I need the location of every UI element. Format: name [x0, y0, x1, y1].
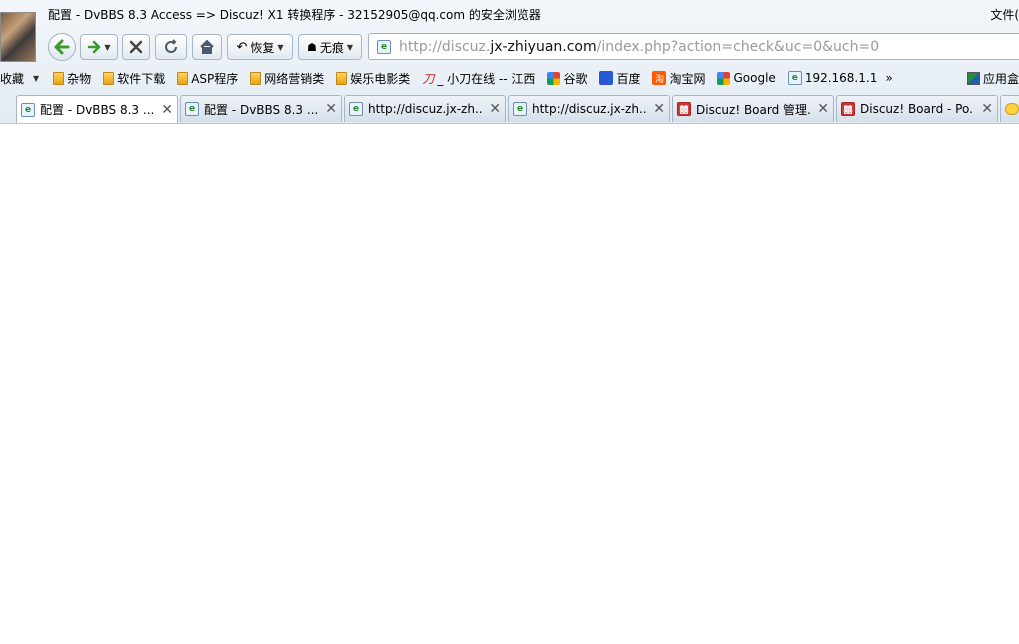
bookmark-label: 娱乐电影类: [350, 71, 411, 86]
bookmark-item[interactable]: 刀 _ 小刀在线 -- 江西: [422, 70, 535, 87]
tab-partial[interactable]: [1000, 95, 1019, 122]
xiaodao-icon: 刀: [422, 71, 435, 86]
tab-label: http://discuz.jx-zh...: [532, 102, 647, 116]
folder-icon: [336, 71, 348, 85]
page-icon: e: [185, 102, 199, 116]
window-title: 配置 - DvBBS 8.3 Access => Discuz! X1 转换程序…: [48, 8, 541, 22]
favorites-menu[interactable]: 收藏 ▼: [0, 70, 39, 87]
back-button[interactable]: [48, 33, 76, 61]
incognito-button[interactable]: ☗ 无痕 ▼: [298, 34, 362, 60]
tab-strip: e 配置 - DvBBS 8.3 ... ✕ e 配置 - DvBBS 8.3 ... ✕…: [0, 95, 1019, 123]
browser-chrome: 配置 - DvBBS 8.3 Access => Discuz! X1 转换程序…: [0, 0, 1019, 124]
tab-close-icon[interactable]: ✕: [981, 101, 993, 117]
tab-close-icon[interactable]: ✕: [817, 101, 829, 117]
close-icon: [129, 40, 143, 54]
tab[interactable]: e http://discuz.jx-zh... ✕: [344, 95, 506, 122]
home-button[interactable]: [192, 34, 222, 60]
restore-button[interactable]: ↶ 恢复 ▼: [227, 34, 293, 60]
tab[interactable]: e 配置 - DvBBS 8.3 ... ✕: [16, 95, 178, 123]
tab-label: Discuz! Board 管理...: [696, 102, 811, 117]
bookmark-label: 淘宝网: [669, 71, 706, 86]
bookmark-label: 谷歌: [563, 71, 588, 86]
page-content: [0, 124, 1019, 644]
apps-box-button[interactable]: 应用盒: [966, 70, 1019, 87]
tab[interactable]: e http://discuz.jx-zh... ✕: [508, 95, 670, 122]
tab-close-icon[interactable]: ✕: [161, 102, 173, 118]
bookmark-item[interactable]: 淘淘宝网: [652, 70, 705, 87]
bookmark-label: 192.168.1.1: [804, 71, 878, 85]
chevron-down-icon: ▼: [346, 42, 354, 52]
chevron-down-icon: ▼: [33, 73, 40, 83]
bookmark-label: _ 小刀在线 -- 江西: [437, 71, 536, 86]
apps-box-icon: [966, 71, 980, 85]
bookmark-item[interactable]: 软件下载: [103, 70, 165, 87]
discuz-icon: 囍: [841, 102, 855, 116]
tab-close-icon[interactable]: ✕: [653, 101, 665, 117]
bookmark-item[interactable]: 娱乐电影类: [336, 70, 410, 87]
url-path: /index.php?action=check&uc=0&uch=0: [596, 38, 880, 55]
tab-close-icon[interactable]: ✕: [325, 101, 337, 117]
home-icon: [200, 39, 214, 54]
bookmark-item[interactable]: 🐾 百度: [599, 70, 640, 87]
google-icon: [717, 71, 731, 85]
tab-label: 配置 - DvBBS 8.3 ...: [40, 103, 155, 117]
google-icon: [547, 71, 561, 85]
bookmarks-bar: 收藏 ▼ 杂物 软件下载 ASP程序 网络营销类 娱乐电影类刀 _ 小刀在线 -- 江西 谷…: [0, 68, 1019, 88]
refresh-button[interactable]: [155, 34, 187, 60]
page-icon: e: [513, 102, 527, 116]
avatar[interactable]: [0, 12, 36, 62]
chevron-down-icon: ▼: [104, 42, 111, 52]
tab-label: Discuz! Board - Po...: [860, 102, 975, 116]
bookmark-item[interactable]: 网络营销类: [250, 70, 324, 87]
apps-box-label: 应用盒: [982, 71, 1019, 86]
forward-button[interactable]: ▼: [80, 34, 118, 60]
folder-icon: [250, 71, 262, 85]
file-menu[interactable]: 文件(: [990, 6, 1019, 23]
bookmark-label: Google: [733, 71, 776, 85]
page-icon: e: [787, 71, 802, 85]
page-icon: e: [21, 102, 35, 117]
incognito-label: 无痕: [319, 40, 344, 55]
bookmark-item[interactable]: 谷歌: [547, 70, 587, 87]
page-icon: e: [377, 39, 391, 54]
chevron-down-icon: ▼: [277, 42, 284, 52]
stop-button[interactable]: [122, 34, 150, 60]
bookmark-label: 网络营销类: [264, 71, 325, 86]
address-bar[interactable]: e http://discuz. jx-zhiyuan.com/index.php…: [368, 33, 1019, 60]
bookmark-item[interactable]: e 192.168.1.1: [787, 71, 878, 85]
folder-icon: [1005, 103, 1019, 115]
bookmark-label: 百度: [616, 71, 641, 86]
favorites-label: 收藏: [0, 71, 25, 86]
bookmark-label: 软件下载: [117, 71, 166, 86]
bookmark-item[interactable]: Google: [717, 71, 776, 85]
folder-icon: [103, 71, 115, 85]
restore-label: 恢复: [250, 40, 275, 55]
back-arrow-icon: [54, 39, 70, 55]
taobao-icon: 淘: [652, 71, 667, 85]
baidu-icon: 🐾: [599, 71, 614, 85]
tab-label: 配置 - DvBBS 8.3 ...: [204, 102, 319, 117]
folder-icon: [53, 71, 65, 85]
more-bookmarks-icon[interactable]: »: [885, 71, 892, 85]
tab-close-icon[interactable]: ✕: [489, 101, 501, 117]
url-prefix: http://discuz.: [399, 38, 491, 55]
tab[interactable]: 囍 Discuz! Board 管理... ✕: [672, 95, 834, 122]
page-icon: e: [349, 102, 363, 116]
url-host: jx-zhiyuan.com: [490, 38, 597, 55]
bookmark-label: 杂物: [67, 71, 92, 86]
undo-icon: ↶: [236, 39, 248, 55]
tab[interactable]: 囍 Discuz! Board - Po... ✕: [836, 95, 998, 122]
bookmark-item[interactable]: ASP程序: [177, 70, 238, 87]
discuz-icon: 囍: [677, 102, 691, 116]
refresh-icon: [165, 39, 177, 53]
bookmark-label: ASP程序: [191, 71, 239, 86]
forward-arrow-icon: [88, 40, 101, 54]
tab-label: http://discuz.jx-zh...: [368, 102, 483, 116]
incognito-icon: ☗: [306, 40, 317, 54]
tab[interactable]: e 配置 - DvBBS 8.3 ... ✕: [180, 95, 342, 122]
folder-icon: [177, 71, 189, 85]
bookmark-item[interactable]: 杂物: [53, 70, 91, 87]
